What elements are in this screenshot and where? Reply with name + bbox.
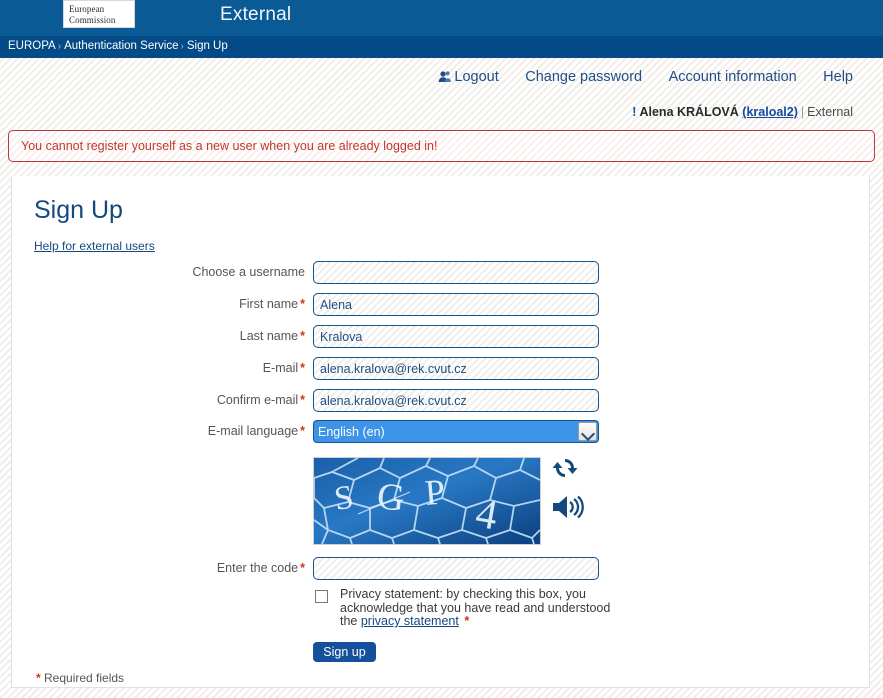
svg-text:P: P [423, 471, 446, 513]
last-name-label: Last name * [239, 329, 305, 343]
breadcrumb-item-europa[interactable]: EUROPA [8, 40, 56, 52]
form-row-email: E-mail * [0, 357, 700, 383]
sign-up-button[interactable]: Sign up [313, 642, 376, 662]
user-separator: | [800, 105, 805, 119]
form-row-confirm-email: Confirm e-mail * [0, 389, 700, 415]
first-name-input[interactable] [313, 293, 599, 316]
required-fields-note: * Required fields [34, 671, 124, 685]
last-name-input[interactable] [313, 325, 599, 348]
confirm-email-input[interactable] [313, 389, 599, 412]
breadcrumb-separator-icon: › [57, 41, 62, 52]
breadcrumb-separator-icon: › [180, 41, 184, 52]
help-link[interactable]: Help [823, 58, 853, 85]
refresh-icon[interactable] [550, 455, 590, 488]
form-row-enter-code: Enter the code * [0, 557, 700, 583]
captcha-image: S G P 4 [313, 457, 541, 545]
required-fields-label: Required fields [40, 671, 125, 685]
email-language-select-wrapper: English (en) [313, 420, 599, 443]
privacy-statement-checkbox[interactable] [315, 590, 328, 603]
user-display-name: Alena KRÁLOVÁ [639, 105, 739, 119]
logout-label: Logout [454, 69, 499, 85]
required-marker: * [300, 297, 305, 311]
required-marker: * [300, 361, 305, 375]
user-login-link[interactable]: (kraloal2) [742, 105, 798, 119]
utility-navigation: Logout Change password Account informati… [0, 58, 883, 98]
username-label: Choose a username [192, 265, 305, 279]
logo-line-1: European [69, 4, 105, 14]
user-alert-icon: ! [632, 104, 637, 119]
change-password-link[interactable]: Change password [525, 58, 642, 85]
user-domain: External [807, 105, 853, 119]
privacy-statement-text: Privacy statement: by checking this box,… [340, 587, 630, 629]
required-marker: * [300, 329, 305, 343]
form-row-username: Choose a username [0, 261, 700, 287]
email-language-label: E-mail language * [207, 424, 305, 438]
person-icon [438, 70, 452, 83]
page-title: Sign Up [34, 196, 123, 224]
form-row-last-name: Last name * [0, 325, 700, 351]
error-message-text: You cannot register yourself as a new us… [21, 139, 438, 153]
enter-code-label: Enter the code * [216, 561, 305, 575]
email-language-select[interactable]: English (en) [313, 420, 599, 443]
application-title: External [220, 4, 292, 25]
european-commission-logo: European Commission [63, 0, 135, 28]
account-information-link[interactable]: Account information [669, 58, 797, 85]
captcha-tools [550, 455, 590, 525]
top-banner: European Commission External [0, 0, 883, 36]
first-name-label: First name * [239, 297, 305, 311]
enter-code-input[interactable] [313, 557, 599, 580]
logo-line-2: Commission [69, 14, 116, 25]
email-label: E-mail * [262, 361, 305, 375]
logout-link[interactable]: Logout [438, 58, 499, 85]
breadcrumb: EUROPA › Authentication Service › Sign Up [0, 36, 883, 58]
form-row-email-language: E-mail language * English (en) [0, 420, 700, 446]
required-marker: * [300, 561, 305, 575]
breadcrumb-item-authentication-service[interactable]: Authentication Service [64, 40, 178, 52]
email-input[interactable] [313, 357, 599, 380]
form-row-first-name: First name * [0, 293, 700, 319]
speaker-icon[interactable] [550, 488, 590, 527]
required-marker: * [300, 424, 305, 438]
help-for-external-users-link[interactable]: Help for external users [34, 239, 155, 253]
confirm-email-label: Confirm e-mail * [216, 393, 305, 407]
svg-text:G: G [375, 475, 407, 520]
required-marker: * [300, 393, 305, 407]
logged-in-user-info: ! Alena KRÁLOVÁ (kraloal2) | External [632, 104, 853, 119]
error-message-box: You cannot register yourself as a new us… [8, 130, 875, 162]
required-marker: * [464, 614, 470, 628]
username-input[interactable] [313, 261, 599, 284]
breadcrumb-item-sign-up: Sign Up [186, 40, 228, 52]
privacy-statement-link[interactable]: privacy statement [361, 614, 459, 628]
